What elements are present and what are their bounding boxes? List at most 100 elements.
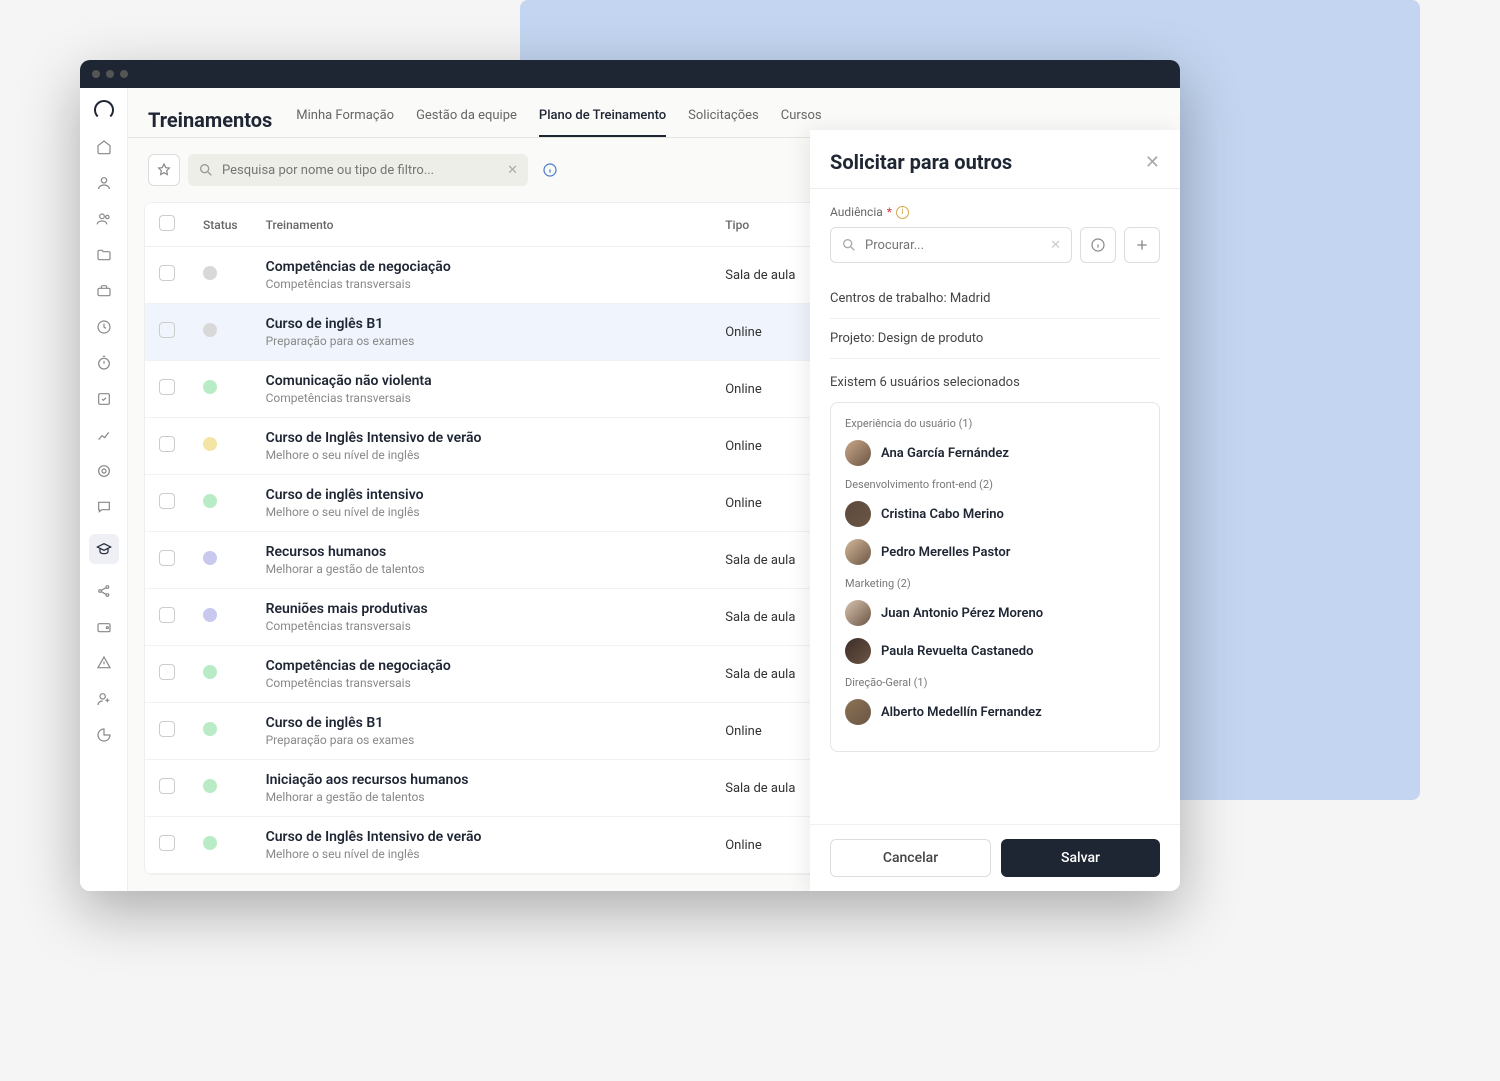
course-subtitle: Competências transversais — [266, 676, 698, 690]
course-title: Comunicação não violenta — [266, 373, 698, 389]
col-training[interactable]: Treinamento — [252, 203, 712, 247]
row-checkbox[interactable] — [159, 550, 175, 566]
briefcase-icon[interactable] — [95, 282, 113, 300]
select-all-checkbox[interactable] — [159, 215, 175, 231]
audience-add-button[interactable] — [1124, 227, 1160, 263]
filter-project[interactable]: Projeto: Design de produto — [830, 319, 1160, 359]
user-item[interactable]: Juan Antonio Pérez Moreno — [845, 600, 1145, 626]
user-name: Ana García Fernández — [881, 446, 1009, 461]
row-checkbox[interactable] — [159, 379, 175, 395]
tab-1[interactable]: Gestão da equipe — [416, 102, 517, 137]
close-icon[interactable]: ✕ — [1145, 152, 1160, 173]
row-checkbox[interactable] — [159, 835, 175, 851]
check-square-icon[interactable] — [95, 390, 113, 408]
window-control-maximize[interactable] — [120, 70, 128, 78]
user-item[interactable]: Alberto Medellín Fernandez — [845, 699, 1145, 725]
audience-label: Audiência * i — [830, 205, 1160, 219]
avatar — [845, 501, 871, 527]
clear-icon[interactable]: ✕ — [1050, 238, 1061, 253]
info-icon[interactable]: i — [896, 206, 909, 219]
user-name: Juan Antonio Pérez Moreno — [881, 606, 1043, 621]
user-item[interactable]: Cristina Cabo Merino — [845, 501, 1145, 527]
course-type: Online — [711, 475, 821, 532]
course-subtitle: Melhore o seu nível de inglês — [266, 448, 698, 462]
audience-controls: ✕ — [830, 227, 1160, 263]
app-logo[interactable] — [94, 100, 114, 120]
window-control-close[interactable] — [92, 70, 100, 78]
user-name: Alberto Medellín Fernandez — [881, 705, 1042, 720]
course-title: Iniciação aos recursos humanos — [266, 772, 698, 788]
graduation-cap-icon[interactable] — [89, 534, 119, 564]
row-checkbox[interactable] — [159, 607, 175, 623]
course-type: Online — [711, 703, 821, 760]
row-checkbox[interactable] — [159, 322, 175, 338]
row-checkbox[interactable] — [159, 436, 175, 452]
row-checkbox[interactable] — [159, 493, 175, 509]
status-indicator — [203, 551, 217, 565]
user-item[interactable]: Paula Revuelta Castanedo — [845, 638, 1145, 664]
course-subtitle: Melhore o seu nível de inglês — [266, 847, 698, 861]
audience-search[interactable]: ✕ — [830, 227, 1072, 263]
status-indicator — [203, 380, 217, 394]
course-type: Online — [711, 304, 821, 361]
search-input[interactable] — [222, 163, 499, 178]
audience-search-input[interactable] — [865, 238, 1042, 253]
share-icon[interactable] — [95, 582, 113, 600]
search-input-wrapper[interactable]: ✕ — [188, 154, 528, 186]
favorite-button[interactable] — [148, 154, 180, 186]
stopwatch-icon[interactable] — [95, 354, 113, 372]
target-icon[interactable] — [95, 462, 113, 480]
status-indicator — [203, 665, 217, 679]
course-subtitle: Melhorar a gestão de talentos — [266, 790, 698, 804]
row-checkbox[interactable] — [159, 778, 175, 794]
course-type: Online — [711, 817, 821, 874]
course-subtitle: Preparação para os exames — [266, 733, 698, 747]
avatar — [845, 440, 871, 466]
user-icon[interactable] — [95, 174, 113, 192]
user-name: Paula Revuelta Castanedo — [881, 644, 1033, 659]
home-icon[interactable] — [95, 138, 113, 156]
selected-summary: Existem 6 usuários selecionados — [830, 375, 1160, 390]
sidepanel-title: Solicitar para outros — [830, 150, 1012, 174]
sidepanel-footer: Cancelar Salvar — [810, 824, 1180, 891]
pie-chart-icon[interactable] — [95, 726, 113, 744]
chart-icon[interactable] — [95, 426, 113, 444]
tab-0[interactable]: Minha Formação — [296, 102, 394, 137]
users-icon[interactable] — [95, 210, 113, 228]
sidepanel-header: Solicitar para outros ✕ — [810, 130, 1180, 188]
user-plus-icon[interactable] — [95, 690, 113, 708]
search-icon — [198, 162, 214, 178]
row-checkbox[interactable] — [159, 265, 175, 281]
row-checkbox[interactable] — [159, 721, 175, 737]
avatar — [845, 638, 871, 664]
status-indicator — [203, 437, 217, 451]
audience-info-button[interactable] — [1080, 227, 1116, 263]
info-button[interactable] — [536, 156, 564, 184]
folder-icon[interactable] — [95, 246, 113, 264]
user-name: Cristina Cabo Merino — [881, 507, 1004, 522]
save-button[interactable]: Salvar — [1001, 839, 1160, 877]
cancel-button[interactable]: Cancelar — [830, 839, 991, 877]
user-item[interactable]: Ana García Fernández — [845, 440, 1145, 466]
course-title: Reuniões mais produtivas — [266, 601, 698, 617]
avatar — [845, 600, 871, 626]
user-item[interactable]: Pedro Merelles Pastor — [845, 539, 1145, 565]
course-type: Online — [711, 418, 821, 475]
alert-icon[interactable] — [95, 654, 113, 672]
window-control-minimize[interactable] — [106, 70, 114, 78]
clear-search-icon[interactable]: ✕ — [507, 163, 518, 178]
course-type: Sala de aula — [711, 247, 821, 304]
course-type: Sala de aula — [711, 532, 821, 589]
col-status[interactable]: Status — [189, 203, 252, 247]
course-title: Curso de inglês B1 — [266, 715, 698, 731]
chat-icon[interactable] — [95, 498, 113, 516]
filter-workcenter[interactable]: Centros de trabalho: Madrid — [830, 279, 1160, 319]
tab-3[interactable]: Solicitações — [688, 102, 759, 137]
row-checkbox[interactable] — [159, 664, 175, 680]
request-sidepanel: Solicitar para outros ✕ Audiência * i ✕ — [810, 130, 1180, 891]
tab-2[interactable]: Plano de Treinamento — [539, 102, 666, 137]
clock-icon[interactable] — [95, 318, 113, 336]
wallet-icon[interactable] — [95, 618, 113, 636]
required-marker: * — [887, 205, 892, 219]
col-type[interactable]: Tipo — [711, 203, 821, 247]
